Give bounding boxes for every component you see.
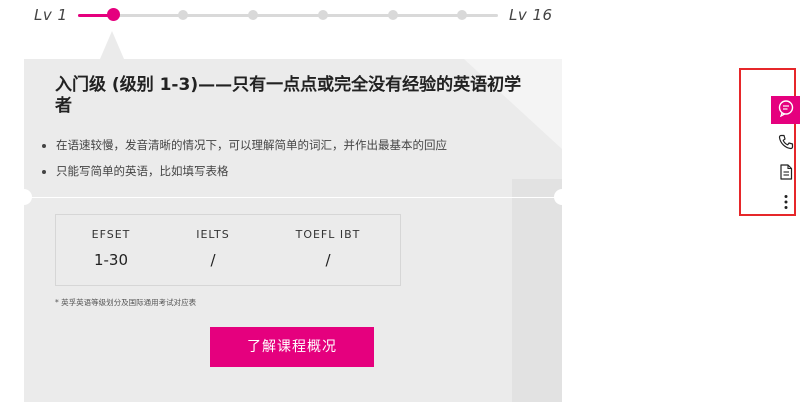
document-button[interactable] — [771, 160, 800, 188]
card-divider — [24, 197, 562, 198]
level-step-6[interactable] — [457, 10, 467, 20]
more-button[interactable] — [771, 190, 800, 218]
level-step-2[interactable] — [178, 10, 188, 20]
level-max-label: Lv 16 — [509, 6, 553, 24]
side-toolbar — [739, 68, 800, 216]
level-step-3[interactable] — [248, 10, 258, 20]
score-footnote: * 英孚英语等级划分及国际通用考试对应表 — [55, 298, 197, 307]
card-decoration — [512, 179, 562, 402]
score-header: TOEFL IBT — [295, 228, 361, 241]
level-slider-thumb[interactable] — [107, 8, 120, 21]
score-table: EFSET 1-30 IELTS / TOEFL IBT / — [55, 214, 401, 286]
chat-button[interactable] — [771, 96, 800, 124]
phone-button[interactable] — [771, 130, 800, 158]
level-min-label: Lv 1 — [34, 6, 68, 24]
level-step-4[interactable] — [318, 10, 328, 20]
score-value: 1-30 — [93, 251, 129, 269]
course-overview-button[interactable]: 了解课程概况 — [210, 327, 374, 367]
phone-icon — [778, 134, 794, 154]
document-icon — [779, 164, 793, 184]
chat-icon — [777, 99, 795, 121]
score-header: EFSET — [91, 228, 131, 241]
level-title: 入门级 (级别 1-3)——只有一点点或完全没有经验的英语初学者 — [55, 75, 522, 116]
list-item: 只能写简单的英语，比如填写表格 — [56, 158, 447, 184]
score-value: / — [325, 251, 331, 269]
level-step-5[interactable] — [388, 10, 398, 20]
card-pointer — [100, 31, 124, 59]
more-icon — [783, 194, 789, 214]
list-item: 在语速较慢，发音清晰的情况下，可以理解简单的词汇，并作出最基本的回应 — [56, 132, 447, 158]
score-value: / — [210, 251, 216, 269]
score-header: IELTS — [196, 228, 230, 241]
level-track[interactable] — [78, 14, 498, 17]
level-description-list: 在语速较慢，发音清晰的情况下，可以理解简单的词汇，并作出最基本的回应 只能写简单… — [42, 132, 447, 184]
card-notch — [24, 189, 32, 205]
level-card: 入门级 (级别 1-3)——只有一点点或完全没有经验的英语初学者 在语速较慢，发… — [24, 59, 562, 402]
